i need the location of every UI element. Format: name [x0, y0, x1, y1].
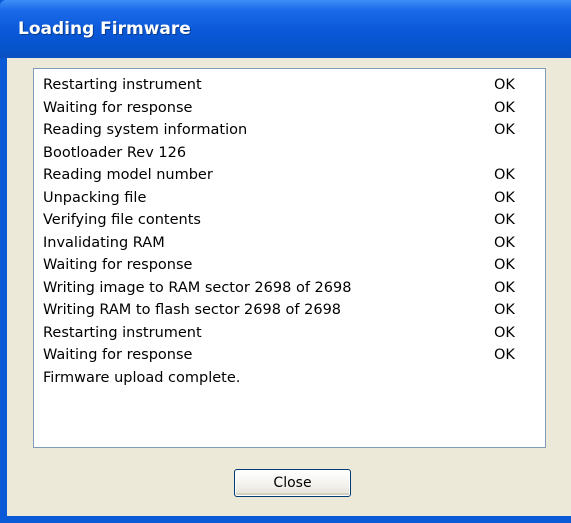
log-row: Writing image to RAM sector 2698 of 2698…: [43, 280, 543, 302]
log-list[interactable]: Restarting instrument OK Waiting for res…: [33, 68, 546, 448]
log-status: OK: [494, 324, 515, 341]
log-row: Waiting for response OK: [43, 100, 543, 122]
log-status: OK: [494, 234, 515, 251]
log-message: Writing RAM to flash sector 2698 of 2698: [43, 302, 342, 318]
log-message: Waiting for response: [43, 257, 193, 273]
log-row: Writing RAM to flash sector 2698 of 2698…: [43, 302, 543, 324]
log-row: Bootloader Rev 126: [43, 145, 543, 167]
log-row: Firmware upload complete.: [43, 370, 543, 392]
log-message: Restarting instrument: [43, 77, 202, 93]
log-status: OK: [494, 189, 515, 206]
log-row: Waiting for response OK: [43, 257, 543, 279]
dialog-title: Loading Firmware: [18, 19, 191, 39]
log-status: OK: [494, 77, 515, 93]
log-row: Restarting instrument OK: [43, 325, 543, 347]
log-row: Restarting instrument OK: [43, 77, 543, 99]
loading-firmware-dialog: Loading Firmware Restarting instrument O…: [0, 0, 571, 523]
log-status: OK: [494, 167, 515, 183]
log-message: Writing image to RAM sector 2698 of 2698: [43, 279, 352, 296]
dialog-client-area: Restarting instrument OK Waiting for res…: [7, 58, 571, 516]
log-message: Waiting for response: [43, 99, 193, 116]
window-bottom-border: [0, 516, 571, 523]
log-row: Waiting for response OK: [43, 347, 543, 369]
close-button[interactable]: Close: [234, 469, 351, 497]
log-message: Restarting instrument: [43, 324, 202, 341]
log-status: OK: [494, 279, 515, 296]
log-row: Unpacking file OK: [43, 190, 543, 212]
log-row: Verifying file contents OK: [43, 212, 543, 234]
title-bar[interactable]: Loading Firmware: [0, 0, 571, 58]
log-message: Bootloader Rev 126: [43, 144, 187, 161]
log-message: Reading model number: [43, 167, 213, 183]
log-status: OK: [494, 347, 515, 363]
log-status: OK: [494, 257, 515, 273]
log-message: Waiting for response: [43, 347, 193, 363]
log-message: Reading system information: [43, 122, 248, 138]
log-status: OK: [494, 302, 515, 318]
log-row: Invalidating RAM OK: [43, 235, 543, 257]
log-message: Firmware upload complete.: [43, 369, 241, 386]
log-row: Reading model number OK: [43, 167, 543, 189]
log-status: OK: [494, 99, 515, 116]
log-message: Unpacking file: [43, 189, 147, 206]
log-status: OK: [494, 212, 515, 228]
log-row: Reading system information OK: [43, 122, 543, 144]
log-message: Invalidating RAM: [43, 234, 165, 251]
log-message: Verifying file contents: [43, 212, 201, 228]
log-status: OK: [494, 122, 515, 138]
